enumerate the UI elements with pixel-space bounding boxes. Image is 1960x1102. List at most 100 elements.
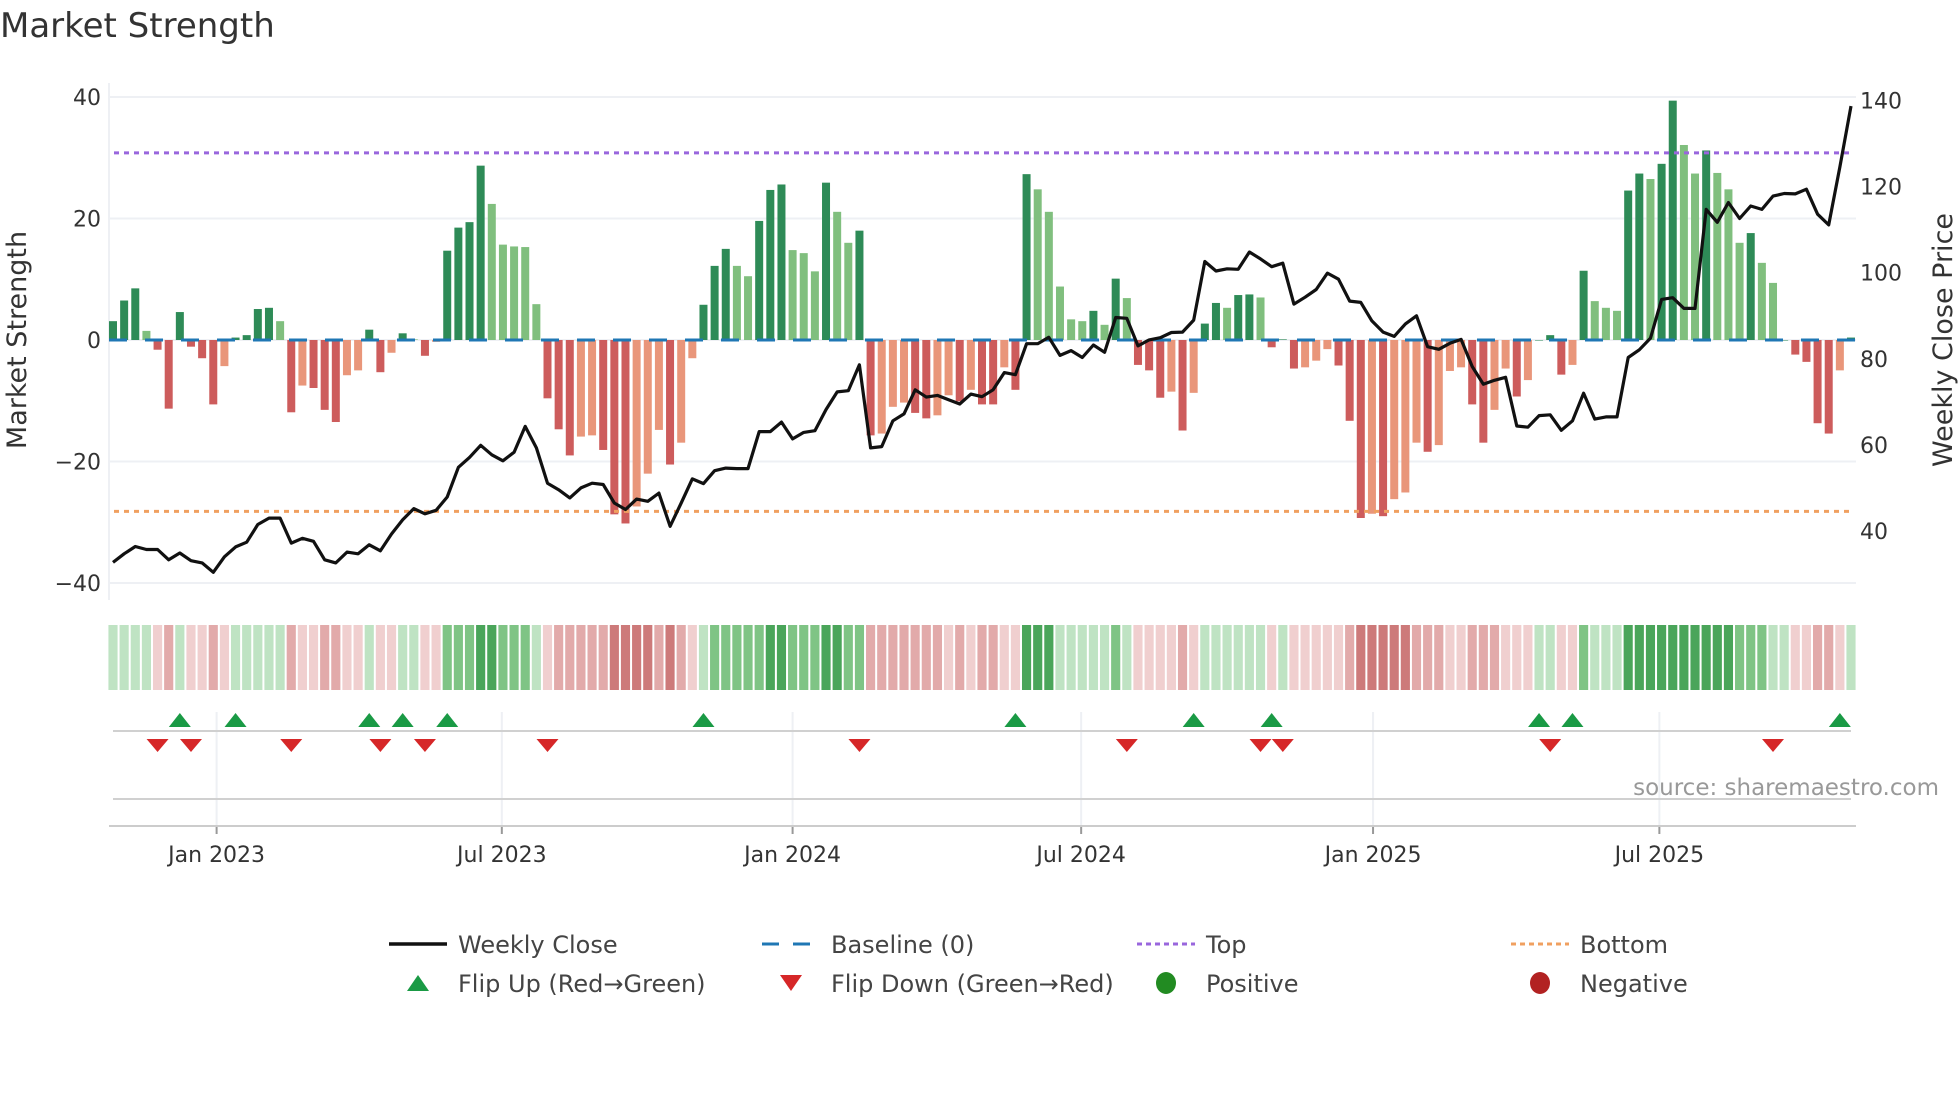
x-tick-label: Jul 2025	[1613, 843, 1705, 868]
heat-strip-cell	[1735, 625, 1745, 690]
strength-bar	[911, 340, 920, 413]
strength-bar	[1367, 340, 1376, 514]
strength-bar	[1557, 340, 1566, 375]
heat-strip-cell	[1813, 625, 1823, 690]
strength-bar	[209, 340, 218, 405]
y-tick-label: −20	[55, 451, 101, 476]
strength-bar	[833, 211, 842, 340]
strength-bar	[989, 340, 998, 405]
y-tick-label: 0	[87, 329, 101, 354]
heat-strip-cell	[754, 625, 764, 690]
heat-strip-cell	[743, 625, 753, 690]
heat-strip-cell	[654, 625, 664, 690]
heat-strip-cell	[208, 625, 218, 690]
heat-strip-cell	[286, 625, 296, 690]
strength-bar	[1624, 190, 1633, 340]
strength-bar	[766, 189, 775, 340]
heat-strip-cell	[1111, 625, 1121, 690]
heat-strip-cell	[799, 625, 809, 690]
strength-bar	[732, 265, 741, 340]
heat-strip-cell	[264, 625, 274, 690]
y-tick-label: −40	[55, 572, 101, 597]
heat-strip-cell	[877, 625, 887, 690]
strength-bar	[1156, 340, 1165, 398]
heat-strip-cell	[1088, 625, 1098, 690]
heat-strip-cell	[1378, 625, 1388, 690]
heat-strip-cell	[1077, 625, 1087, 690]
heat-strip-cell	[1556, 625, 1566, 690]
heat-strip-cell	[509, 625, 519, 690]
heat-strip-cell	[1333, 625, 1344, 690]
strength-bar	[1089, 310, 1098, 340]
heat-strip-cell	[342, 625, 352, 690]
heat-strip-cell	[1311, 625, 1321, 690]
strength-bar	[387, 340, 396, 353]
strength-bar	[309, 340, 318, 388]
strength-bar	[1613, 310, 1622, 340]
strength-bar	[1490, 340, 1499, 410]
heat-strip-cell	[832, 625, 842, 690]
heat-strip-cell	[520, 625, 530, 690]
strength-bar	[1535, 340, 1544, 341]
strength-bar	[454, 227, 463, 340]
y2-tick-label: 140	[1860, 90, 1902, 115]
heat-strip-cell	[1267, 625, 1277, 690]
strength-bar	[354, 340, 363, 371]
heat-strip-cell	[230, 625, 241, 690]
strength-bar	[131, 288, 140, 340]
heat-strip-cell	[1434, 625, 1444, 690]
flip-down-marker	[413, 739, 436, 752]
strength-bar	[532, 304, 541, 340]
heat-strip-cell	[620, 625, 631, 690]
heat-strip-cell	[1768, 625, 1778, 690]
strength-bar	[521, 247, 530, 340]
flip-down-marker	[1539, 739, 1562, 752]
strength-bar	[565, 340, 574, 456]
strength-bar	[164, 340, 173, 409]
heat-strip-cell	[1567, 625, 1578, 690]
heat-strip-cell	[632, 625, 642, 690]
heat-strip-cell	[1623, 625, 1633, 690]
heat-strip-cell	[453, 625, 463, 690]
strength-bar	[1379, 340, 1388, 517]
strength-bar	[966, 340, 975, 390]
flip-up-marker	[358, 713, 381, 727]
flip-up-marker	[1182, 713, 1205, 727]
heat-strip-cell	[888, 625, 898, 690]
heat-strip-cell	[587, 625, 597, 690]
heat-strip-cell	[554, 625, 564, 690]
heat-strip-cell	[1255, 625, 1266, 690]
heat-strip-cell	[1456, 625, 1466, 690]
heat-strip-cell	[565, 625, 575, 690]
strength-bar	[554, 340, 563, 430]
strength-bar	[654, 340, 663, 430]
heat-strip-cell	[1467, 625, 1477, 690]
heat-strip-cell	[498, 625, 508, 690]
heat-strip-cell	[1601, 625, 1611, 690]
heat-strip-cell	[988, 625, 998, 690]
strength-bar	[543, 340, 552, 399]
heat-strip-cell	[1579, 625, 1589, 690]
strength-bar	[1078, 321, 1087, 340]
flip-down-marker	[146, 739, 169, 752]
flip-down-marker	[369, 739, 392, 752]
heat-strip-cell	[242, 625, 252, 690]
heat-strip-cell	[487, 625, 497, 690]
flip-up-marker	[168, 713, 191, 727]
heat-strip-cell	[1801, 625, 1812, 690]
strength-bar	[1334, 340, 1343, 366]
heat-strip-cell	[1846, 625, 1856, 690]
legend-label: Flip Down (Green→Red)	[831, 970, 1114, 998]
strength-bar	[588, 340, 597, 436]
heat-strip-cell	[386, 625, 397, 690]
strength-bar	[109, 321, 117, 340]
strength-bar	[1568, 340, 1577, 365]
heat-strip-cell	[141, 625, 151, 690]
legend-label: Baseline (0)	[831, 931, 974, 959]
heat-strip-cell	[253, 625, 263, 690]
y2-tick-label: 120	[1860, 176, 1902, 201]
strength-bar	[1345, 340, 1354, 421]
y2-tick-label: 100	[1860, 262, 1902, 287]
heat-strip-cell	[1824, 625, 1834, 690]
heat-strip-cell	[1021, 625, 1032, 690]
